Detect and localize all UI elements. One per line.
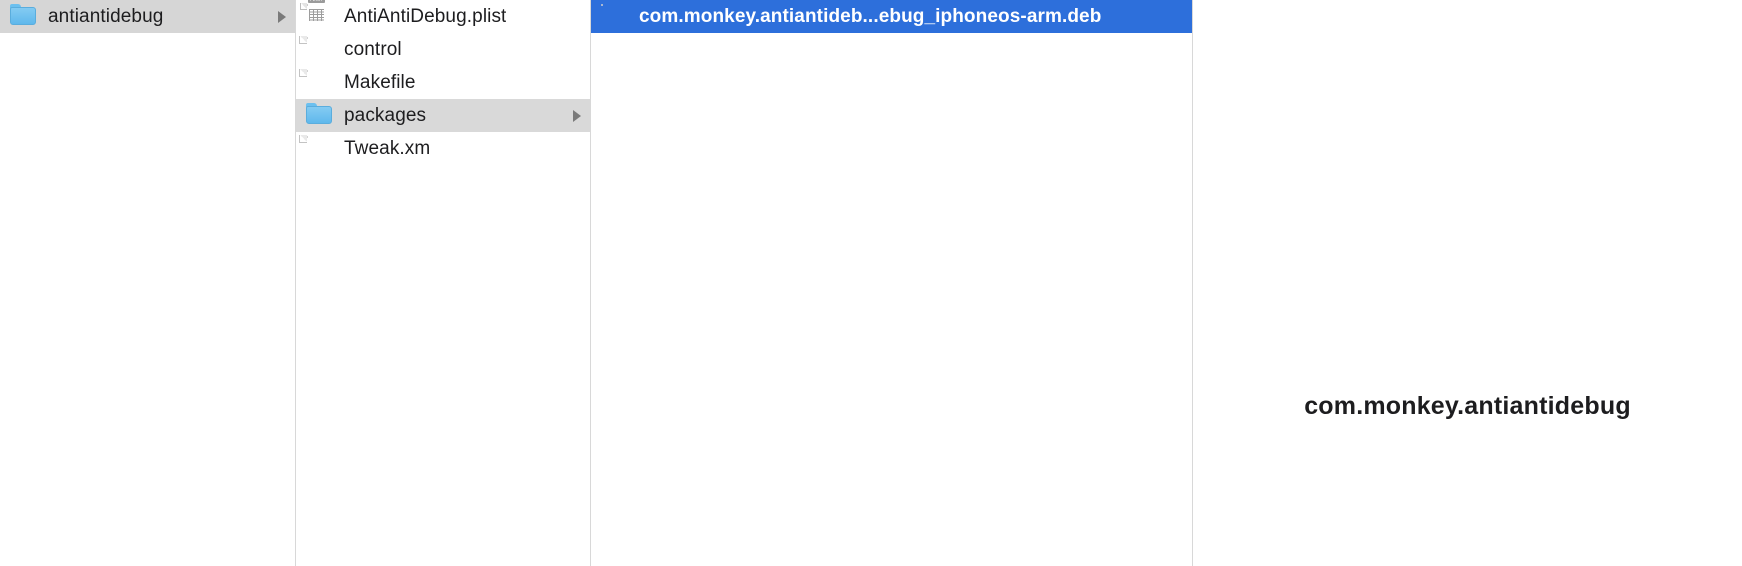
list-item-label: Makefile — [344, 71, 416, 93]
finder-column-1[interactable]: antiantidebug — [0, 0, 296, 566]
finder-column-2[interactable]: PLIST AntiAntiDebug.plist control Makefi… — [296, 0, 591, 566]
finder-column-3[interactable]: com.monkey.antiantideb...ebug_iphoneos-a… — [591, 0, 1193, 566]
plist-tag-label: PLIST — [308, 0, 325, 3]
document-icon — [299, 35, 332, 63]
list-item-label: AntiAntiDebug.plist — [344, 5, 507, 27]
document-icon — [299, 68, 332, 96]
list-item-makefile[interactable]: Makefile — [296, 66, 590, 99]
list-item-label: com.monkey.antiantideb...ebug_iphoneos-a… — [639, 5, 1102, 27]
document-icon — [299, 134, 332, 162]
list-item-label: packages — [344, 104, 427, 126]
plist-file-icon: PLIST — [300, 0, 332, 30]
list-item-control[interactable]: control — [296, 33, 590, 66]
list-item-tweak-xm[interactable]: Tweak.xm — [296, 132, 590, 165]
preview-pane: com.monkey.antiantidebug copy path 更多... — [1193, 0, 1742, 566]
folder-icon — [306, 102, 332, 129]
list-item-deb-package[interactable]: com.monkey.antiantideb...ebug_iphoneos-a… — [591, 0, 1192, 33]
list-item-antiantidebug[interactable]: antiantidebug — [0, 0, 295, 33]
folder-icon — [10, 3, 36, 30]
list-item-antiantidebug-plist[interactable]: PLIST AntiAntiDebug.plist — [296, 0, 590, 33]
list-item-label: antiantidebug — [48, 5, 164, 27]
chevron-right-icon — [278, 10, 286, 23]
list-item-packages[interactable]: packages — [296, 99, 590, 132]
preview-filename: com.monkey.antiantidebug — [1304, 392, 1631, 420]
zip-archive-icon — [601, 3, 627, 30]
list-item-label: Tweak.xm — [344, 137, 431, 159]
list-item-label: control — [344, 38, 402, 60]
finder-window: antiantidebug PLIST AntiAntiDebug.plist … — [0, 0, 1742, 566]
chevron-right-icon — [573, 109, 581, 122]
